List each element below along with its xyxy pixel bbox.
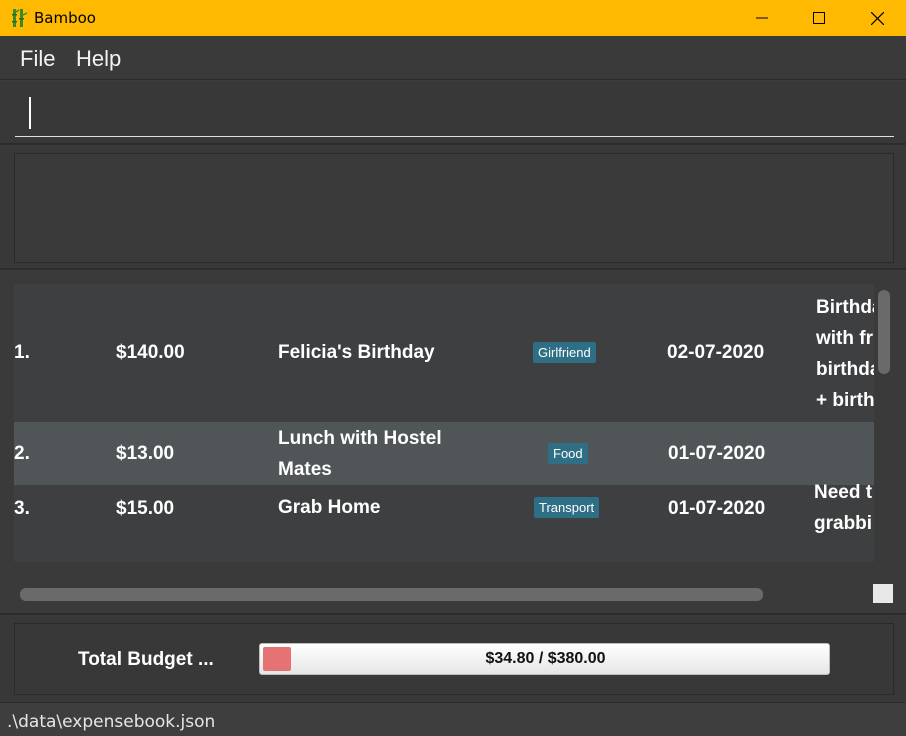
total-budget-label: Total Budget ...	[78, 649, 214, 670]
command-box	[0, 81, 906, 145]
title-bar: Bamboo	[0, 0, 906, 36]
list-item[interactable]: 1. $140.00 Felicia's Birthday Girlfriend…	[14, 284, 874, 422]
expense-description: Felicia's Birthday	[278, 342, 435, 363]
menu-help[interactable]: Help	[76, 46, 121, 72]
remark-line: birthda	[816, 359, 874, 380]
list-item[interactable]: 2. $13.00 Lunch with Hostel Mates Food 0…	[14, 422, 874, 485]
expense-list[interactable]: 1. $140.00 Felicia's Birthday Girlfriend…	[14, 284, 874, 574]
expense-date: 01-07-2020	[668, 498, 766, 519]
budget-progress-bar: $34.80 / $380.00	[259, 643, 830, 675]
horizontal-scroll-thumb[interactable]	[20, 588, 763, 601]
remark-line: grabbi	[814, 513, 873, 534]
expense-remark: Birthda with fr birthda + birth	[816, 292, 874, 416]
remark-line: + birth	[816, 390, 874, 411]
budget-progress-text: $34.80 / $380.00	[485, 650, 606, 667]
tag-badge: Girlfriend	[533, 342, 596, 363]
description-line: Lunch with Hostel	[278, 428, 442, 449]
list-item[interactable]: 3. $15.00 Grab Home Transport 01-07-2020…	[14, 482, 874, 562]
menu-file[interactable]: File	[20, 46, 55, 72]
expense-date: 01-07-2020	[668, 443, 766, 464]
description-line: Mates	[278, 459, 332, 480]
close-button[interactable]	[848, 0, 906, 36]
close-icon	[870, 11, 884, 25]
expense-remark: Need t grabbi	[814, 477, 874, 539]
minimize-button[interactable]	[733, 0, 791, 36]
tag-badge: Food	[548, 443, 588, 464]
expense-index: 3.	[14, 498, 30, 519]
expense-description: Lunch with Hostel Mates	[278, 423, 488, 485]
expense-index: 1.	[14, 342, 30, 363]
maximize-button[interactable]	[790, 0, 848, 36]
expense-amount: $140.00	[116, 342, 185, 363]
budget-pane: Total Budget ... $34.80 / $380.00	[0, 616, 906, 702]
remark-line: Birthda	[816, 297, 874, 318]
result-display	[14, 153, 894, 263]
tag-badge: Transport	[534, 497, 600, 518]
expense-index: 2.	[14, 443, 30, 464]
remark-line: Need t	[814, 482, 873, 503]
status-bar: .\data\expensebook.json	[0, 702, 906, 736]
expense-list-pane: 1. $140.00 Felicia's Birthday Girlfriend…	[0, 271, 906, 615]
scroll-corner	[873, 584, 893, 603]
maximize-icon	[813, 12, 825, 24]
expense-amount: $13.00	[116, 443, 175, 464]
expense-amount: $15.00	[116, 498, 175, 519]
vertical-scroll-thumb[interactable]	[878, 290, 890, 374]
text-caret	[29, 97, 31, 129]
remark-line: with fr	[816, 328, 873, 349]
expense-description: Grab Home	[278, 497, 381, 518]
expense-date: 02-07-2020	[667, 342, 765, 363]
command-input[interactable]	[15, 93, 894, 137]
result-display-pane	[0, 146, 906, 270]
minimize-icon	[756, 17, 768, 19]
bamboo-icon	[10, 8, 28, 28]
window-title: Bamboo	[34, 9, 96, 27]
save-file-path: .\data\expensebook.json	[7, 712, 216, 732]
menu-bar: File Help	[0, 36, 906, 80]
